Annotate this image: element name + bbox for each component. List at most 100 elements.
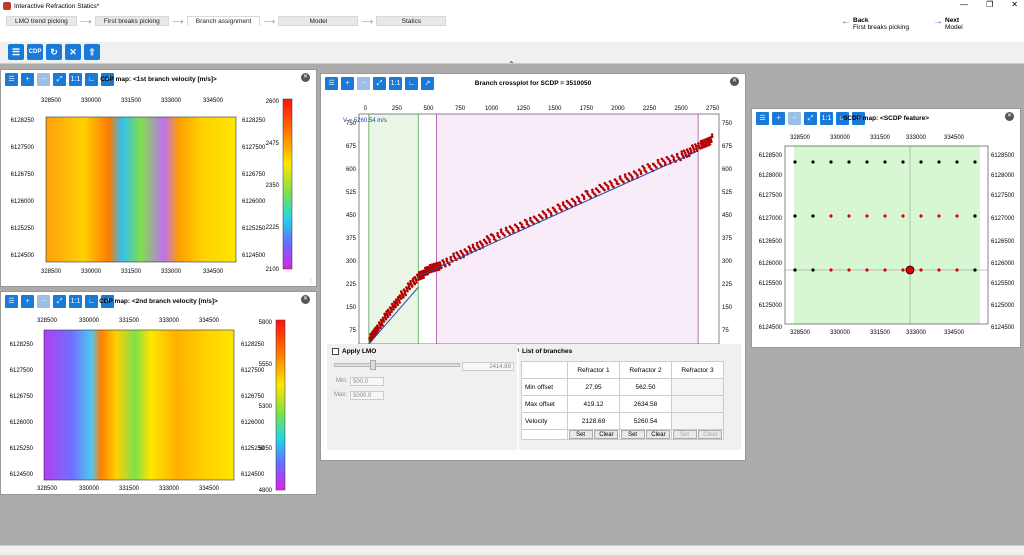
max-field[interactable]: 5000.0 (350, 391, 384, 400)
scdp-point[interactable] (829, 214, 833, 218)
maximize-icon[interactable]: ❐ (986, 0, 993, 9)
close-icon[interactable]: ✕ (301, 73, 310, 82)
table-cell[interactable] (671, 395, 724, 413)
colorbar-label: 5300 (259, 404, 273, 410)
scdp-point[interactable] (865, 160, 869, 164)
set-button[interactable]: Set (620, 430, 645, 439)
cdp-button[interactable]: CDP (27, 44, 43, 60)
clear-button[interactable]: Clear (646, 430, 671, 439)
apply-lmo-checkbox[interactable]: Apply LMO (332, 348, 376, 355)
scdp-point[interactable] (847, 268, 851, 272)
step-lmo-trend-picking[interactable]: LMO trend picking (6, 16, 77, 26)
min-label: Min: (336, 378, 348, 384)
clear-button[interactable]: Clear (594, 430, 619, 439)
collapse-chevron-icon[interactable]: ⌃ (508, 60, 515, 69)
export-icon[interactable]: ⇧ (84, 44, 100, 60)
y-ticks-right: 6128500 6128000 6127500 6127000 6126500 … (991, 153, 1015, 331)
scatter-point (390, 308, 393, 311)
scdp-point[interactable] (955, 268, 959, 272)
app-icon (3, 2, 11, 10)
x-ticks-top: 328500 330000 331500 333000 334500 (790, 135, 965, 141)
x-ticks-top: 328500 330000 331500 333000 334500 (41, 98, 224, 104)
scdp-point[interactable] (901, 268, 905, 272)
clear-button[interactable]: Clear (698, 430, 723, 439)
table-cell[interactable]: 419.12 (567, 395, 620, 413)
cdp-map-1st-plot[interactable]: 328500 330000 331500 333000 334500 32850… (1, 87, 316, 287)
minimize-icon[interactable]: — (960, 0, 968, 9)
close-icon[interactable]: ✕ (1005, 112, 1014, 121)
next-button[interactable]: → Next Model (933, 17, 963, 32)
scdp-point[interactable] (901, 160, 905, 164)
scdp-point[interactable] (973, 268, 977, 272)
scatter-point (573, 201, 577, 204)
scdp-point[interactable] (793, 214, 797, 218)
cancel-icon[interactable]: ✕ (65, 44, 81, 60)
scdp-point[interactable] (937, 268, 941, 272)
scdp-point[interactable] (865, 268, 869, 272)
scdp-point[interactable] (973, 160, 977, 164)
set-button[interactable]: Set (672, 430, 697, 439)
table-cell[interactable]: 2128.69 (567, 412, 620, 430)
scatter-point (695, 145, 698, 148)
scdp-point[interactable] (883, 268, 887, 272)
scdp-point[interactable] (811, 214, 815, 218)
scdp-point[interactable] (919, 268, 923, 272)
scdp-point[interactable] (883, 214, 887, 218)
table-cell[interactable]: 5260.54 (619, 412, 672, 430)
table-cell[interactable]: 2634.58 (619, 395, 672, 413)
tick-label: 6124500 (759, 325, 783, 331)
tick-label: 6128000 (991, 173, 1015, 179)
table-cell[interactable]: 562.50 (619, 378, 672, 396)
branch-crossplot[interactable]: 0025025050050075075010001000125012501500… (321, 92, 745, 352)
close-icon[interactable]: ✕ (1011, 0, 1018, 9)
scdp-point[interactable] (919, 160, 923, 164)
set-button[interactable]: Set (568, 430, 593, 439)
cdp-map-2nd-plot[interactable]: 328500 330000 331500 333000 334500 32850… (1, 308, 316, 496)
scatter-point (511, 228, 515, 232)
scdp-point[interactable] (973, 214, 977, 218)
selected-scdp-marker[interactable] (905, 265, 915, 275)
scdp-point[interactable] (955, 214, 959, 218)
scdp-point[interactable] (847, 160, 851, 164)
scdp-point[interactable] (811, 268, 815, 272)
scdp-point[interactable] (793, 160, 797, 164)
colorbar-label: 2350 (266, 183, 280, 189)
scdp-point[interactable] (937, 214, 941, 218)
step-branch-assignment[interactable]: Branch assignment (186, 16, 261, 26)
scatter-point (577, 197, 580, 200)
x-tick-label: 500 (423, 106, 434, 112)
scatter-point (410, 285, 414, 288)
scdp-point[interactable] (811, 160, 815, 164)
scdp-point[interactable] (883, 160, 887, 164)
scdp-point[interactable] (919, 214, 923, 218)
scdp-point[interactable] (955, 160, 959, 164)
min-field[interactable]: 500.0 (350, 377, 384, 386)
lmo-value-field[interactable]: 2414.89 (462, 362, 514, 371)
scdp-point[interactable] (829, 160, 833, 164)
tick-label: 6126000 (242, 199, 266, 205)
scdp-point[interactable] (937, 160, 941, 164)
close-icon[interactable]: ✕ (730, 77, 739, 86)
table-cell[interactable] (671, 412, 724, 430)
scdp-point[interactable] (847, 214, 851, 218)
scdp-point[interactable] (901, 214, 905, 218)
step-model[interactable]: Model (278, 16, 359, 26)
close-icon[interactable]: ✕ (301, 295, 310, 304)
step-statics[interactable]: Statics (376, 16, 447, 26)
table-cell[interactable] (671, 378, 724, 396)
checkbox-icon[interactable] (332, 348, 339, 355)
scdp-point[interactable] (865, 214, 869, 218)
lmo-slider-track[interactable] (334, 363, 460, 367)
table-cell[interactable]: 27.95 (567, 378, 620, 396)
scdp-point[interactable] (829, 268, 833, 272)
settings-sliders-icon[interactable]: ☰ (8, 44, 24, 60)
tick-label: 331500 (121, 98, 142, 104)
back-button[interactable]: ← Back First breaks picking (841, 17, 909, 32)
step-first-breaks-picking[interactable]: First breaks picking (94, 16, 169, 26)
lmo-slider-handle[interactable] (370, 360, 376, 370)
refresh-icon[interactable]: ↻ (46, 44, 62, 60)
scdp-map-plot[interactable]: 328500 330000 331500 333000 334500 32850… (752, 126, 1020, 348)
scdp-point[interactable] (793, 268, 797, 272)
resize-grip-icon[interactable]: ⋮ (308, 278, 314, 285)
y-ticks-right: 6128250 6127500 6126750 6126000 6125250 … (242, 118, 266, 259)
